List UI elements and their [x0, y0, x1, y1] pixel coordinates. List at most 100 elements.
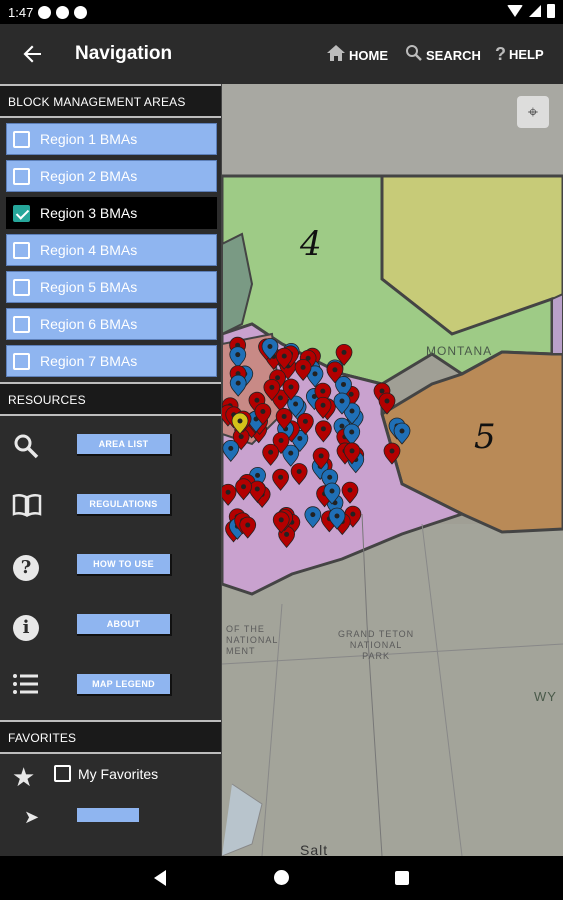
bma-marker-dot — [302, 418, 308, 424]
my-location-button[interactable]: ⌖ — [517, 96, 549, 128]
checkbox-icon[interactable] — [54, 765, 71, 782]
bma-marker-dot — [399, 428, 405, 434]
about-button[interactable]: ABOUT — [77, 614, 172, 636]
region-7-checkbox-item[interactable]: Region 7 BMAs — [6, 345, 217, 377]
grand-teton-line-2: NATIONAL — [349, 640, 403, 650]
grand-teton-line-3: PARK — [362, 651, 391, 661]
national-monument-line-2: NATIONAL — [226, 635, 279, 645]
checkbox-checked-icon[interactable] — [13, 204, 30, 222]
region-4-number: 4 — [300, 224, 322, 264]
map-canvas — [222, 84, 563, 856]
home-icon — [326, 44, 346, 67]
region-1-checkbox-item[interactable]: Region 1 BMAs — [6, 123, 217, 155]
bma-marker-dot — [350, 511, 356, 517]
bma-marker-dot — [341, 381, 347, 387]
resource-row-how-to-use: ? HOW TO USE — [0, 536, 221, 596]
bma-marker-dot — [260, 409, 266, 415]
book-icon — [12, 492, 42, 520]
share-icon: ➤ — [24, 807, 40, 827]
app-bar: Navigation HOME SEARCH ? HELP — [0, 24, 563, 84]
share-button[interactable] — [77, 808, 139, 822]
national-monument-line-1: OF THE — [226, 624, 265, 634]
checkbox-icon[interactable] — [13, 241, 30, 259]
checkbox-icon[interactable] — [13, 278, 30, 296]
national-monument-label: OF THE NATIONAL MENT — [226, 624, 278, 657]
favorites-row[interactable]: ★ My Favorites — [0, 754, 221, 798]
bma-marker-dot — [278, 474, 284, 480]
bma-marker-dot — [332, 367, 338, 373]
bma-marker-dot — [384, 398, 390, 404]
region-label: Region 5 BMAs — [40, 279, 138, 295]
signal-icon — [529, 5, 541, 17]
bma-marker-dot — [334, 513, 340, 519]
bma-marker-dot — [238, 434, 244, 440]
bma-marker-dot — [255, 472, 261, 478]
region-5-number: 5 — [474, 417, 496, 457]
favorites-label: My Favorites — [78, 766, 159, 782]
question-icon: ? — [495, 44, 506, 64]
montana-label: MONTANA — [426, 344, 493, 358]
bma-marker-dot — [235, 380, 241, 386]
bma-marker-dot — [300, 364, 306, 370]
resource-row-regulations: REGULATIONS — [0, 476, 221, 536]
region-4-checkbox-item[interactable]: Region 4 BMAs — [6, 234, 217, 266]
region-3-checkbox-item[interactable]: Region 3 BMAs — [6, 197, 217, 229]
bma-marker-dot — [349, 448, 355, 454]
bma-marker-dot — [254, 397, 260, 403]
question-icon: ? — [12, 552, 40, 581]
bma-marker-dot — [312, 371, 318, 377]
home-button[interactable]: HOME — [326, 44, 388, 67]
bma-marker-dot — [293, 401, 299, 407]
checkbox-icon[interactable] — [13, 315, 30, 333]
checkbox-icon[interactable] — [13, 130, 30, 148]
bma-marker-dot — [297, 435, 303, 441]
search-label: SEARCH — [426, 48, 481, 63]
region-label: Region 4 BMAs — [40, 242, 138, 258]
battery-icon — [547, 4, 555, 18]
favorites-section-header: FAVORITES — [0, 720, 221, 754]
help-button[interactable]: ? HELP — [495, 44, 544, 65]
bma-marker-dot — [235, 352, 241, 358]
bma-marker-dot — [320, 402, 326, 408]
bma-marker-dot — [349, 408, 355, 414]
bma-marker-dot — [241, 484, 247, 490]
search-icon — [405, 44, 423, 67]
region-6-checkbox-item[interactable]: Region 6 BMAs — [6, 308, 217, 340]
grand-teton-line-1: GRAND TETON — [338, 629, 415, 639]
bma-marker-dot — [318, 453, 324, 459]
checkbox-icon[interactable] — [13, 167, 30, 185]
map-legend-button[interactable]: MAP LEGEND — [77, 674, 172, 696]
bma-marker-dot — [327, 474, 333, 480]
how-to-use-button[interactable]: HOW TO USE — [77, 554, 172, 576]
bma-marker-dot — [281, 353, 287, 359]
region-label: Region 7 BMAs — [40, 353, 138, 369]
bma-marker-dot — [269, 384, 275, 390]
nav-recents-icon[interactable] — [395, 871, 409, 885]
star-icon: ★ — [12, 762, 36, 792]
nav-drawer: BLOCK MANAGEMENT AREAS Region 1 BMAs Reg… — [0, 84, 222, 856]
status-time: 1:47 — [8, 4, 34, 20]
bma-marker-dot — [347, 487, 353, 493]
area-list-button[interactable]: AREA LIST — [77, 434, 172, 456]
crosshair-icon: ⌖ — [527, 102, 539, 122]
map-view[interactable]: ⌖ 4 5 MONTANA GRAND TETON NATIONAL PARK … — [222, 84, 563, 856]
status-bar: 1:47 — [0, 0, 563, 24]
bma-marker-dot — [348, 391, 354, 397]
bma-marker-dot — [349, 429, 355, 435]
region-5-checkbox-item[interactable]: Region 5 BMAs — [6, 271, 217, 303]
bma-marker-dot — [237, 418, 243, 424]
regulations-button[interactable]: REGULATIONS — [77, 494, 172, 516]
bma-marker-dot — [284, 531, 290, 537]
nav-home-icon[interactable] — [274, 870, 289, 885]
bma-marker-dot — [254, 486, 260, 492]
region-2-checkbox-item[interactable]: Region 2 BMAs — [6, 160, 217, 192]
list-icon — [12, 672, 40, 700]
bma-marker-dot — [339, 423, 345, 429]
back-arrow-icon[interactable] — [20, 41, 46, 67]
search-button[interactable]: SEARCH — [405, 44, 481, 67]
bma-marker-dot — [339, 398, 345, 404]
bma-marker-dot — [341, 349, 347, 355]
checkbox-icon[interactable] — [13, 352, 30, 370]
nav-back-icon[interactable] — [154, 870, 166, 886]
bma-marker-dot — [379, 388, 385, 394]
